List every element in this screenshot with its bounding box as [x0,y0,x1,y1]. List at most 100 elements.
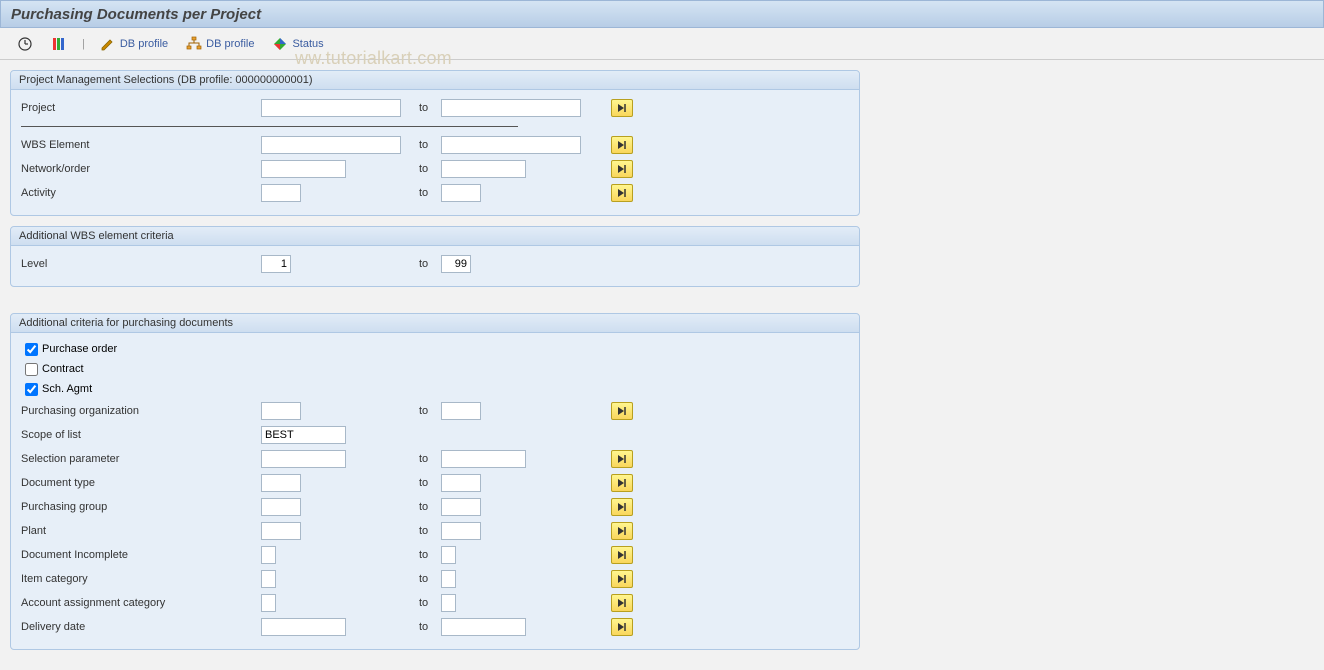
input-plant-to[interactable] [441,522,481,540]
input-acctcat-to[interactable] [441,594,456,612]
variants-button[interactable] [44,33,74,55]
to-label: to [411,163,441,175]
row-doctype: Document type to [21,471,849,495]
multi-select-wbs-button[interactable] [611,136,633,154]
input-activity-to[interactable] [441,184,481,202]
label-acctcat: Account assignment category [21,597,261,609]
row-level: Level to [21,252,849,276]
input-selparam-to[interactable] [441,450,526,468]
input-scope[interactable] [261,426,346,444]
structure-icon [186,36,202,52]
row-contract-check: Contract [25,359,849,379]
to-label: to [411,501,441,513]
to-label: to [411,477,441,489]
group-title: Additional WBS element criteria [11,227,859,246]
page-title: Purchasing Documents per Project [11,6,261,23]
row-po-check: Purchase order [25,339,849,359]
multi-select-network-button[interactable] [611,160,633,178]
input-project-from[interactable] [261,99,401,117]
input-docinc-to[interactable] [441,546,456,564]
db-profile-edit-button[interactable]: DB profile [93,33,175,55]
input-wbs-from[interactable] [261,136,401,154]
row-plant: Plant to [21,519,849,543]
label-activity: Activity [21,187,261,199]
input-deldate-to[interactable] [441,618,526,636]
divider [21,126,518,127]
input-itemcat-from[interactable] [261,570,276,588]
input-wbs-to[interactable] [441,136,581,154]
label-doctype: Document type [21,477,261,489]
input-deldate-from[interactable] [261,618,346,636]
db-profile-view-button[interactable]: DB profile [179,33,261,55]
to-label: to [411,525,441,537]
input-network-to[interactable] [441,160,526,178]
label-network: Network/order [21,163,261,175]
row-sch-check: Sch. Agmt [25,379,849,399]
label-deldate: Delivery date [21,621,261,633]
input-activity-from[interactable] [261,184,301,202]
multi-select-doctype-button[interactable] [611,474,633,492]
to-label: to [411,139,441,151]
multi-select-project-button[interactable] [611,99,633,117]
multi-select-selparam-button[interactable] [611,450,633,468]
row-acctcat: Account assignment category to [21,591,849,615]
label-scope: Scope of list [21,429,261,441]
input-doctype-to[interactable] [441,474,481,492]
input-level-from[interactable] [261,255,291,273]
label-pgroup: Purchasing group [21,501,261,513]
input-itemcat-to[interactable] [441,570,456,588]
input-porg-from[interactable] [261,402,301,420]
status-button[interactable]: Status [265,33,330,55]
multi-select-pgroup-button[interactable] [611,498,633,516]
row-deldate: Delivery date to [21,615,849,639]
input-pgroup-to[interactable] [441,498,481,516]
row-scope: Scope of list [21,423,849,447]
multi-select-acctcat-button[interactable] [611,594,633,612]
input-project-to[interactable] [441,99,581,117]
row-wbs: WBS Element to [21,133,849,157]
label: Status [292,38,323,50]
label-porg: Purchasing organization [21,405,261,417]
input-selparam-from[interactable] [261,450,346,468]
checkbox-sch-agmt[interactable] [25,383,38,396]
group-wbs-additional: Additional WBS element criteria Level to [10,226,860,287]
input-network-from[interactable] [261,160,346,178]
multi-select-activity-button[interactable] [611,184,633,202]
group-title: Project Management Selections (DB profil… [11,71,859,90]
input-docinc-from[interactable] [261,546,276,564]
label-itemcat: Item category [21,573,261,585]
input-level-to[interactable] [441,255,471,273]
row-activity: Activity to [21,181,849,205]
to-label: to [411,453,441,465]
multi-select-deldate-button[interactable] [611,618,633,636]
to-label: to [411,102,441,114]
label-docinc: Document Incomplete [21,549,261,561]
label-project: Project [21,102,261,114]
label-plant: Plant [21,525,261,537]
checkbox-purchase-order[interactable] [25,343,38,356]
group-purchasing-criteria: Additional criteria for purchasing docum… [10,313,860,650]
input-doctype-from[interactable] [261,474,301,492]
execute-button[interactable] [10,33,40,55]
to-label: to [411,573,441,585]
to-label: to [411,549,441,561]
status-diamond-icon [272,36,288,52]
multi-select-docinc-button[interactable] [611,546,633,564]
multi-select-itemcat-button[interactable] [611,570,633,588]
toolbar: | DB profile DB profile Status [0,28,1324,60]
input-acctcat-from[interactable] [261,594,276,612]
label-po: Purchase order [42,343,117,355]
multi-select-porg-button[interactable] [611,402,633,420]
title-bar: Purchasing Documents per Project [0,0,1324,28]
checkbox-contract[interactable] [25,363,38,376]
input-pgroup-from[interactable] [261,498,301,516]
separator: | [82,38,85,50]
to-label: to [411,405,441,417]
input-plant-from[interactable] [261,522,301,540]
to-label: to [411,597,441,609]
row-selparam: Selection parameter to [21,447,849,471]
row-project: Project to [21,96,849,120]
multi-select-plant-button[interactable] [611,522,633,540]
input-porg-to[interactable] [441,402,481,420]
label: DB profile [120,38,168,50]
